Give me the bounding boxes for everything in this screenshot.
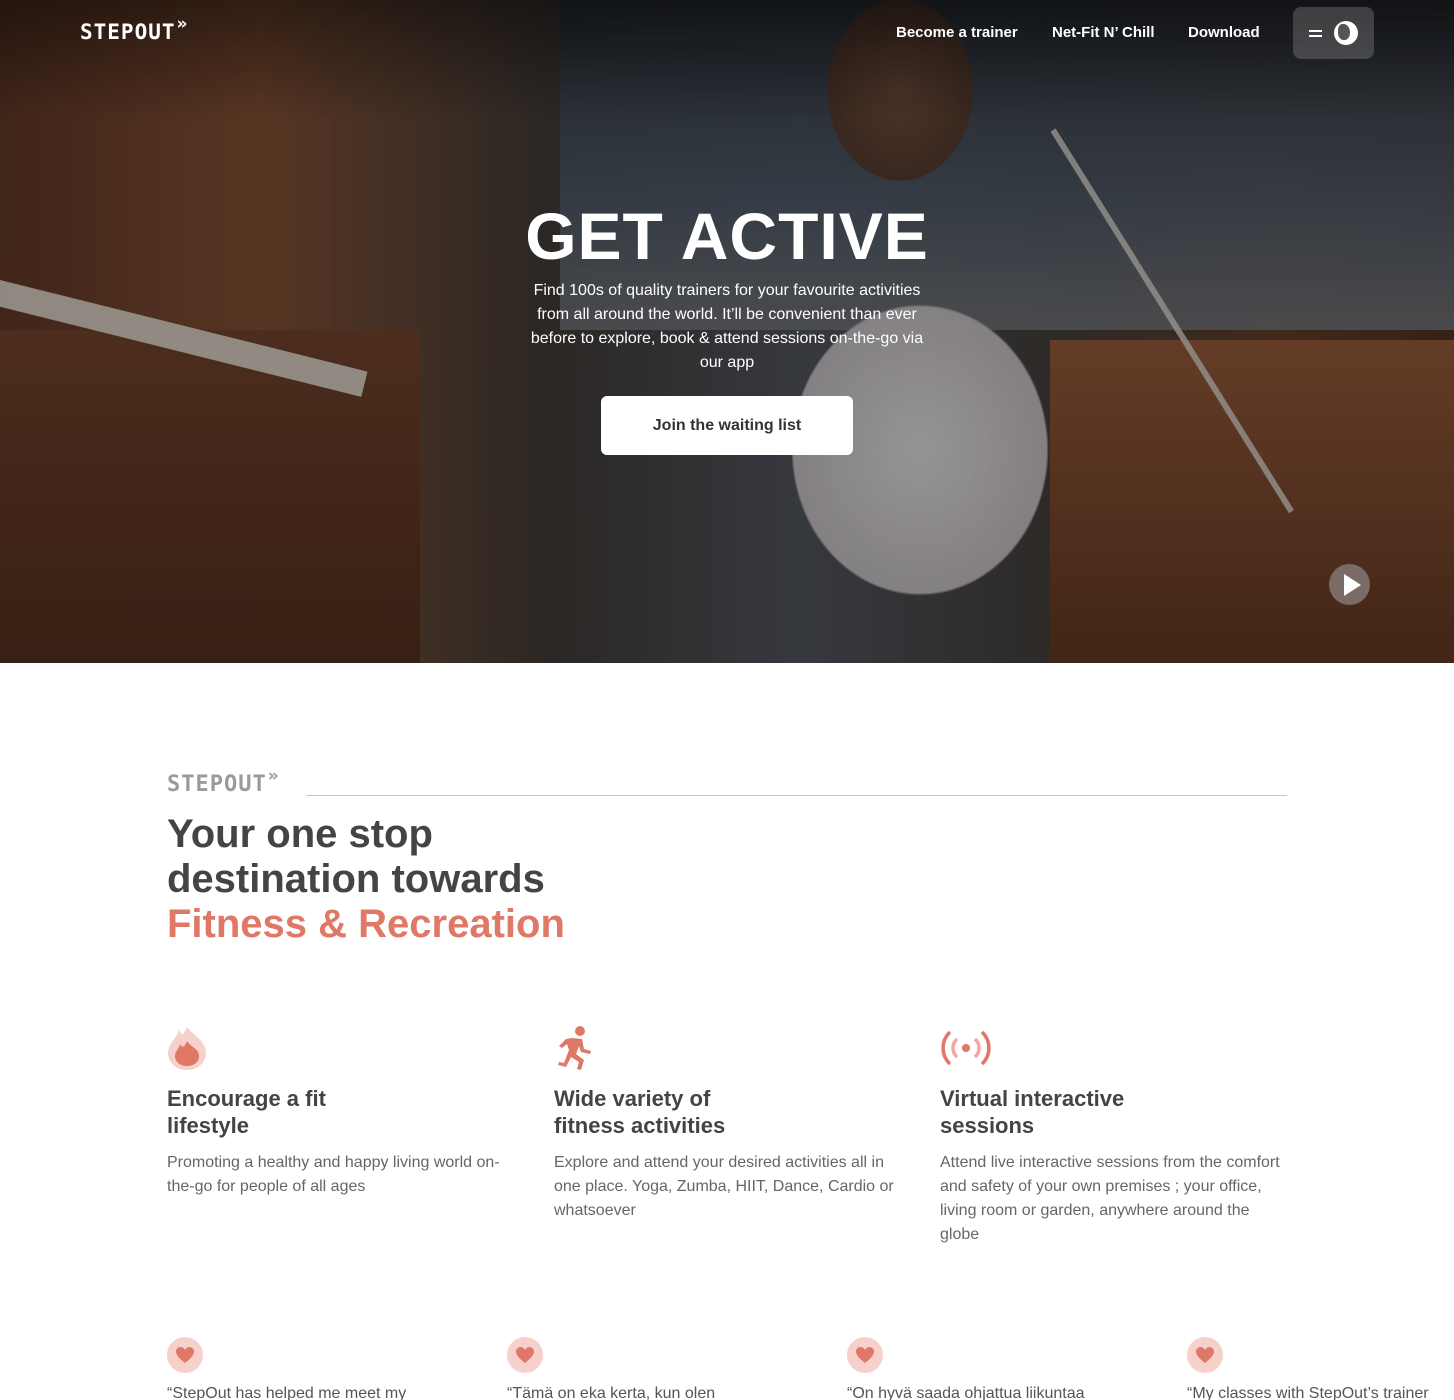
menu-icon <box>1309 29 1322 38</box>
feature-card: Encourage a fit lifestyle Promoting a hea… <box>167 1025 517 1199</box>
running-person-icon <box>558 1026 591 1070</box>
feature-title: Wide variety of fitness activities <box>554 1086 726 1138</box>
nav-link-net-fit[interactable]: Net-Fit N’ Chill <box>1052 24 1155 41</box>
feature-title: Virtual interactive sessions <box>940 1086 1125 1138</box>
testimonial-text: “On hyvä saada ohjattua liikuntaa <box>847 1385 1085 1400</box>
heart-icon <box>507 1337 543 1373</box>
menu-language-button[interactable] <box>1293 7 1374 59</box>
nav-link-become-trainer[interactable]: Become a trainer <box>896 24 1018 41</box>
section-headline: Your one stop destination towards Fitnes… <box>167 812 565 946</box>
feature-text: Attend live interactive sessions from th… <box>940 1154 1280 1243</box>
feature-card: Wide variety of fitness activities Explor… <box>554 1025 904 1223</box>
feature-title: Encourage a fit lifestyle <box>167 1086 326 1138</box>
testimonial-card: “On hyvä saada ohjattua liikuntaa <box>847 1337 1177 1400</box>
heart-icon <box>847 1337 883 1373</box>
broadcast-icon <box>941 1030 991 1066</box>
logo[interactable]: STEPOUT ›› <box>80 14 188 44</box>
testimonial-text: “StepOut has helped me meet my <box>167 1385 407 1400</box>
heart-icon <box>167 1337 203 1373</box>
heart-icon <box>1187 1337 1223 1373</box>
testimonial-card: “My classes with StepOut’s trainer <box>1187 1337 1454 1400</box>
feature-text: Explore and attend your desired activiti… <box>554 1154 894 1219</box>
testimonial-text: “My classes with StepOut’s trainer <box>1187 1385 1429 1400</box>
testimonial-card: “StepOut has helped me meet my <box>167 1337 497 1400</box>
testimonial-card: “Tämä on eka kerta, kun olen <box>507 1337 837 1400</box>
globe-icon <box>1334 21 1358 45</box>
join-waiting-list-button[interactable]: Join the waiting list <box>601 396 853 455</box>
hero-subtitle: Find 100s of quality trainers for your f… <box>530 282 924 371</box>
hero-title: GET ACTIVE <box>525 199 929 273</box>
section-logo: STEPOUT ›› <box>167 766 279 797</box>
feature-text: Promoting a healthy and happy living wor… <box>167 1154 500 1195</box>
play-icon <box>1344 574 1361 596</box>
flame-icon <box>168 1027 206 1070</box>
section-divider <box>306 795 1287 796</box>
feature-card: Virtual interactive sessions Attend live … <box>940 1025 1290 1247</box>
nav-link-download[interactable]: Download <box>1188 24 1260 41</box>
testimonial-text: “Tämä on eka kerta, kun olen <box>507 1385 716 1400</box>
